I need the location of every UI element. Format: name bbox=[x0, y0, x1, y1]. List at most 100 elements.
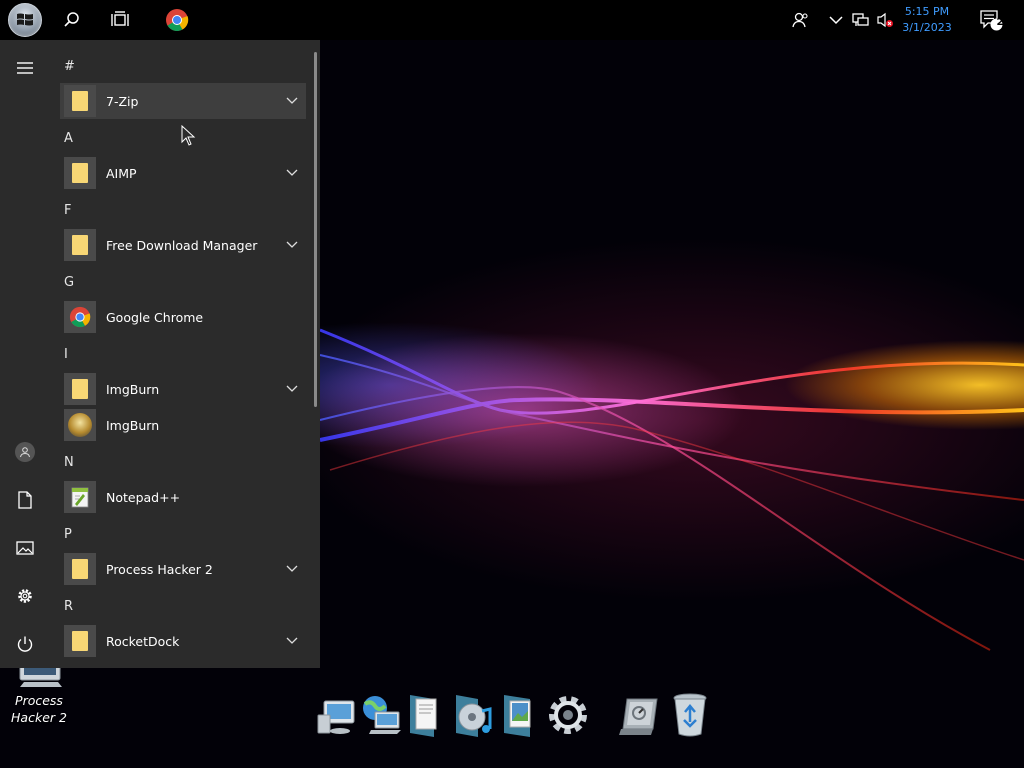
start-menu-rail bbox=[0, 40, 50, 668]
app-item-label: 7-Zip bbox=[106, 93, 139, 109]
imgburn-icon bbox=[68, 413, 92, 437]
documents-button[interactable] bbox=[0, 480, 50, 520]
group-header[interactable]: R bbox=[64, 599, 73, 615]
app-item-process-hacker-folder[interactable]: Process Hacker 2 bbox=[60, 551, 306, 587]
group-header[interactable]: P bbox=[64, 527, 72, 543]
notepad-plus-plus-icon bbox=[71, 487, 89, 508]
chevron-down-icon bbox=[284, 561, 300, 577]
chevron-down-icon bbox=[284, 237, 300, 253]
app-list-scrollbar[interactable] bbox=[314, 52, 317, 407]
group-header[interactable]: I bbox=[64, 347, 68, 363]
chevron-down-icon bbox=[284, 93, 300, 109]
windows-logo-icon bbox=[8, 3, 42, 37]
start-button[interactable] bbox=[6, 2, 44, 38]
desktop-icon-label-line1: Process bbox=[15, 693, 63, 708]
volume-muted-icon bbox=[877, 12, 893, 28]
settings-button[interactable] bbox=[0, 576, 50, 616]
clock-date: 3/1/2023 bbox=[902, 21, 952, 34]
recycle-bin-icon bbox=[673, 693, 707, 737]
start-menu: # 7-Zip A AIMP F Free Download Manager G bbox=[0, 40, 320, 668]
network-button[interactable] bbox=[850, 0, 872, 40]
dock-control-panel[interactable] bbox=[616, 688, 664, 742]
app-item-imgburn[interactable]: ImgBurn bbox=[60, 407, 306, 443]
chevron-up-icon bbox=[829, 16, 843, 25]
document-icon bbox=[18, 491, 32, 509]
app-item-label: ImgBurn bbox=[106, 381, 160, 397]
avatar bbox=[15, 442, 35, 462]
app-item-label: Free Download Manager bbox=[106, 237, 258, 253]
task-view-button[interactable] bbox=[104, 0, 136, 40]
search-icon bbox=[64, 12, 79, 27]
mouse-cursor-icon bbox=[181, 125, 196, 146]
clock-time: 5:15 PM bbox=[904, 5, 950, 18]
folder-icon bbox=[72, 163, 88, 183]
search-button[interactable] bbox=[56, 0, 88, 40]
task-view-icon bbox=[111, 11, 129, 26]
control-panel-icon bbox=[619, 698, 658, 735]
people-button[interactable] bbox=[788, 0, 814, 40]
show-hidden-icons-button[interactable] bbox=[826, 0, 846, 40]
group-header[interactable]: A bbox=[64, 131, 73, 147]
dock-pictures[interactable] bbox=[494, 688, 542, 742]
dock-recycle-bin[interactable] bbox=[666, 688, 714, 742]
app-item-label: Google Chrome bbox=[106, 309, 204, 325]
desktop-icon-label-line2: Hacker 2 bbox=[11, 710, 67, 725]
gear-icon bbox=[18, 589, 32, 603]
group-header[interactable]: N bbox=[64, 455, 74, 471]
app-item-google-chrome[interactable]: Google Chrome bbox=[60, 299, 306, 335]
pictures-button[interactable] bbox=[0, 528, 50, 568]
user-icon bbox=[20, 447, 30, 458]
app-item-aimp-folder[interactable]: AIMP bbox=[60, 155, 306, 191]
group-header[interactable]: # bbox=[64, 59, 75, 75]
app-item-free-download-manager-folder[interactable]: Free Download Manager bbox=[60, 227, 306, 263]
chrome-icon bbox=[166, 9, 189, 31]
app-item-notepad-plus-plus[interactable]: Notepad++ bbox=[60, 479, 306, 515]
power-button[interactable] bbox=[0, 624, 50, 664]
network-icon bbox=[852, 13, 869, 26]
pictures-folder-icon bbox=[504, 695, 531, 737]
computer-icon bbox=[317, 700, 355, 734]
dock-settings[interactable] bbox=[544, 688, 592, 742]
user-account-button[interactable] bbox=[0, 432, 50, 472]
chevron-down-icon bbox=[284, 381, 300, 397]
app-item-label: ImgBurn bbox=[106, 417, 160, 433]
expand-menu-button[interactable] bbox=[0, 48, 50, 88]
chevron-down-icon bbox=[284, 165, 300, 181]
clock[interactable]: 5:15 PM 3/1/2023 bbox=[897, 4, 957, 36]
folder-icon bbox=[72, 631, 88, 651]
folder-icon bbox=[72, 91, 88, 111]
folder-icon bbox=[72, 559, 88, 579]
people-icon bbox=[792, 12, 808, 28]
hamburger-icon bbox=[17, 62, 33, 74]
dock-documents[interactable] bbox=[400, 688, 448, 742]
app-item-label: Process Hacker 2 bbox=[106, 561, 213, 577]
notification-count-badge: 2 bbox=[996, 17, 1004, 28]
rocketdock bbox=[308, 688, 718, 746]
folder-icon bbox=[72, 235, 88, 255]
dock-computer[interactable] bbox=[312, 688, 360, 742]
app-item-7zip-folder[interactable]: 7-Zip bbox=[60, 83, 306, 119]
picture-icon bbox=[16, 541, 34, 555]
network-globe-icon bbox=[363, 696, 401, 734]
chrome-icon bbox=[69, 306, 91, 328]
desktop-icon-process-hacker[interactable]: Process Hacker 2 bbox=[4, 660, 74, 732]
group-header[interactable]: F bbox=[64, 203, 71, 219]
app-item-label: RocketDock bbox=[106, 633, 180, 649]
dock-music[interactable] bbox=[450, 688, 498, 742]
power-icon bbox=[17, 636, 33, 652]
music-folder-icon bbox=[456, 695, 492, 737]
app-item-label: Notepad++ bbox=[106, 489, 181, 505]
folder-icon bbox=[72, 379, 88, 399]
volume-button[interactable] bbox=[874, 0, 896, 40]
taskbar: 5:15 PM 3/1/2023 2 bbox=[0, 0, 1024, 40]
documents-folder-icon bbox=[410, 695, 437, 737]
app-item-imgburn-folder[interactable]: ImgBurn bbox=[60, 371, 306, 407]
chrome-taskbar-button[interactable] bbox=[160, 0, 194, 40]
group-header[interactable]: G bbox=[64, 275, 74, 291]
dock-network[interactable] bbox=[356, 688, 404, 742]
gear-icon bbox=[549, 696, 587, 734]
app-item-rocketdock-folder[interactable]: RocketDock bbox=[60, 623, 306, 659]
app-item-label: AIMP bbox=[106, 165, 137, 181]
action-center-button[interactable]: 2 bbox=[976, 0, 1006, 40]
chevron-down-icon bbox=[284, 633, 300, 649]
